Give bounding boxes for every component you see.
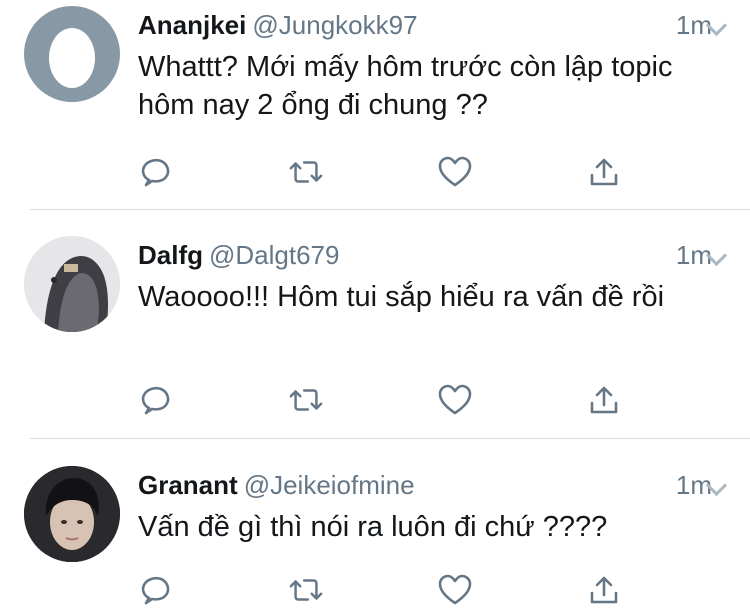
reply-icon	[141, 158, 170, 187]
tweet-text: Waoooo!!! Hôm tui sắp hiểu ra vấn đề rồi	[138, 281, 665, 313]
heart-icon	[438, 156, 472, 187]
retweet-icon	[289, 389, 323, 411]
reply-icon	[141, 386, 170, 415]
retweet-icon	[289, 161, 323, 183]
share-icon	[590, 576, 618, 604]
tweet[interactable]: Dalfg @Dalgt679 1m Waoooo!!! Hôm tui sắp …	[0, 230, 750, 440]
avatar[interactable]	[24, 6, 120, 102]
share-button[interactable]	[586, 572, 622, 608]
action-bar	[0, 382, 750, 418]
retweet-button[interactable]	[288, 154, 324, 190]
avatar[interactable]	[24, 236, 120, 332]
divider	[30, 438, 750, 439]
like-button[interactable]	[437, 154, 473, 190]
action-bar	[0, 572, 750, 608]
user-handle[interactable]: @Dalgt679	[209, 240, 339, 270]
portrait-avatar-icon	[24, 466, 120, 562]
display-name[interactable]: Granant	[138, 470, 238, 500]
like-button[interactable]	[437, 572, 473, 608]
share-button[interactable]	[586, 154, 622, 190]
tweet-header: Ananjkei @Jungkokk97	[138, 10, 418, 40]
tweet[interactable]: Granant @Jeikeiofmine 1m Vấn đề gì thì nó…	[0, 460, 750, 614]
share-icon	[590, 386, 618, 414]
tweet-header: Granant @Jeikeiofmine	[138, 470, 415, 500]
reply-button[interactable]	[138, 382, 174, 418]
display-name[interactable]: Ananjkei	[138, 10, 246, 40]
like-button[interactable]	[437, 382, 473, 418]
user-handle[interactable]: @Jungkokk97	[252, 10, 417, 40]
avatar[interactable]	[24, 466, 120, 562]
person-avatar-icon	[24, 236, 120, 332]
heart-icon	[438, 384, 472, 415]
share-button[interactable]	[586, 382, 622, 418]
tweet-text: Vấn đề gì thì nói ra luôn đi chứ ????	[138, 511, 608, 543]
egg-avatar-icon	[49, 28, 95, 88]
action-bar	[0, 154, 750, 190]
user-handle[interactable]: @Jeikeiofmine	[244, 470, 415, 500]
tweet-text: Whattt? Mới mấy hôm trước còn lập topic …	[138, 51, 673, 121]
reply-button[interactable]	[138, 154, 174, 190]
share-icon	[590, 158, 618, 186]
heart-icon	[438, 574, 472, 605]
retweet-button[interactable]	[288, 572, 324, 608]
display-name[interactable]: Dalfg	[138, 240, 203, 270]
reply-icon	[141, 576, 170, 605]
retweet-button[interactable]	[288, 382, 324, 418]
tweet-header: Dalfg @Dalgt679	[138, 240, 339, 270]
retweet-icon	[289, 579, 323, 601]
tweet[interactable]: Ananjkei @Jungkokk97 1m Whattt? Mới mấy h…	[0, 0, 750, 210]
divider	[30, 209, 750, 210]
reply-button[interactable]	[138, 572, 174, 608]
